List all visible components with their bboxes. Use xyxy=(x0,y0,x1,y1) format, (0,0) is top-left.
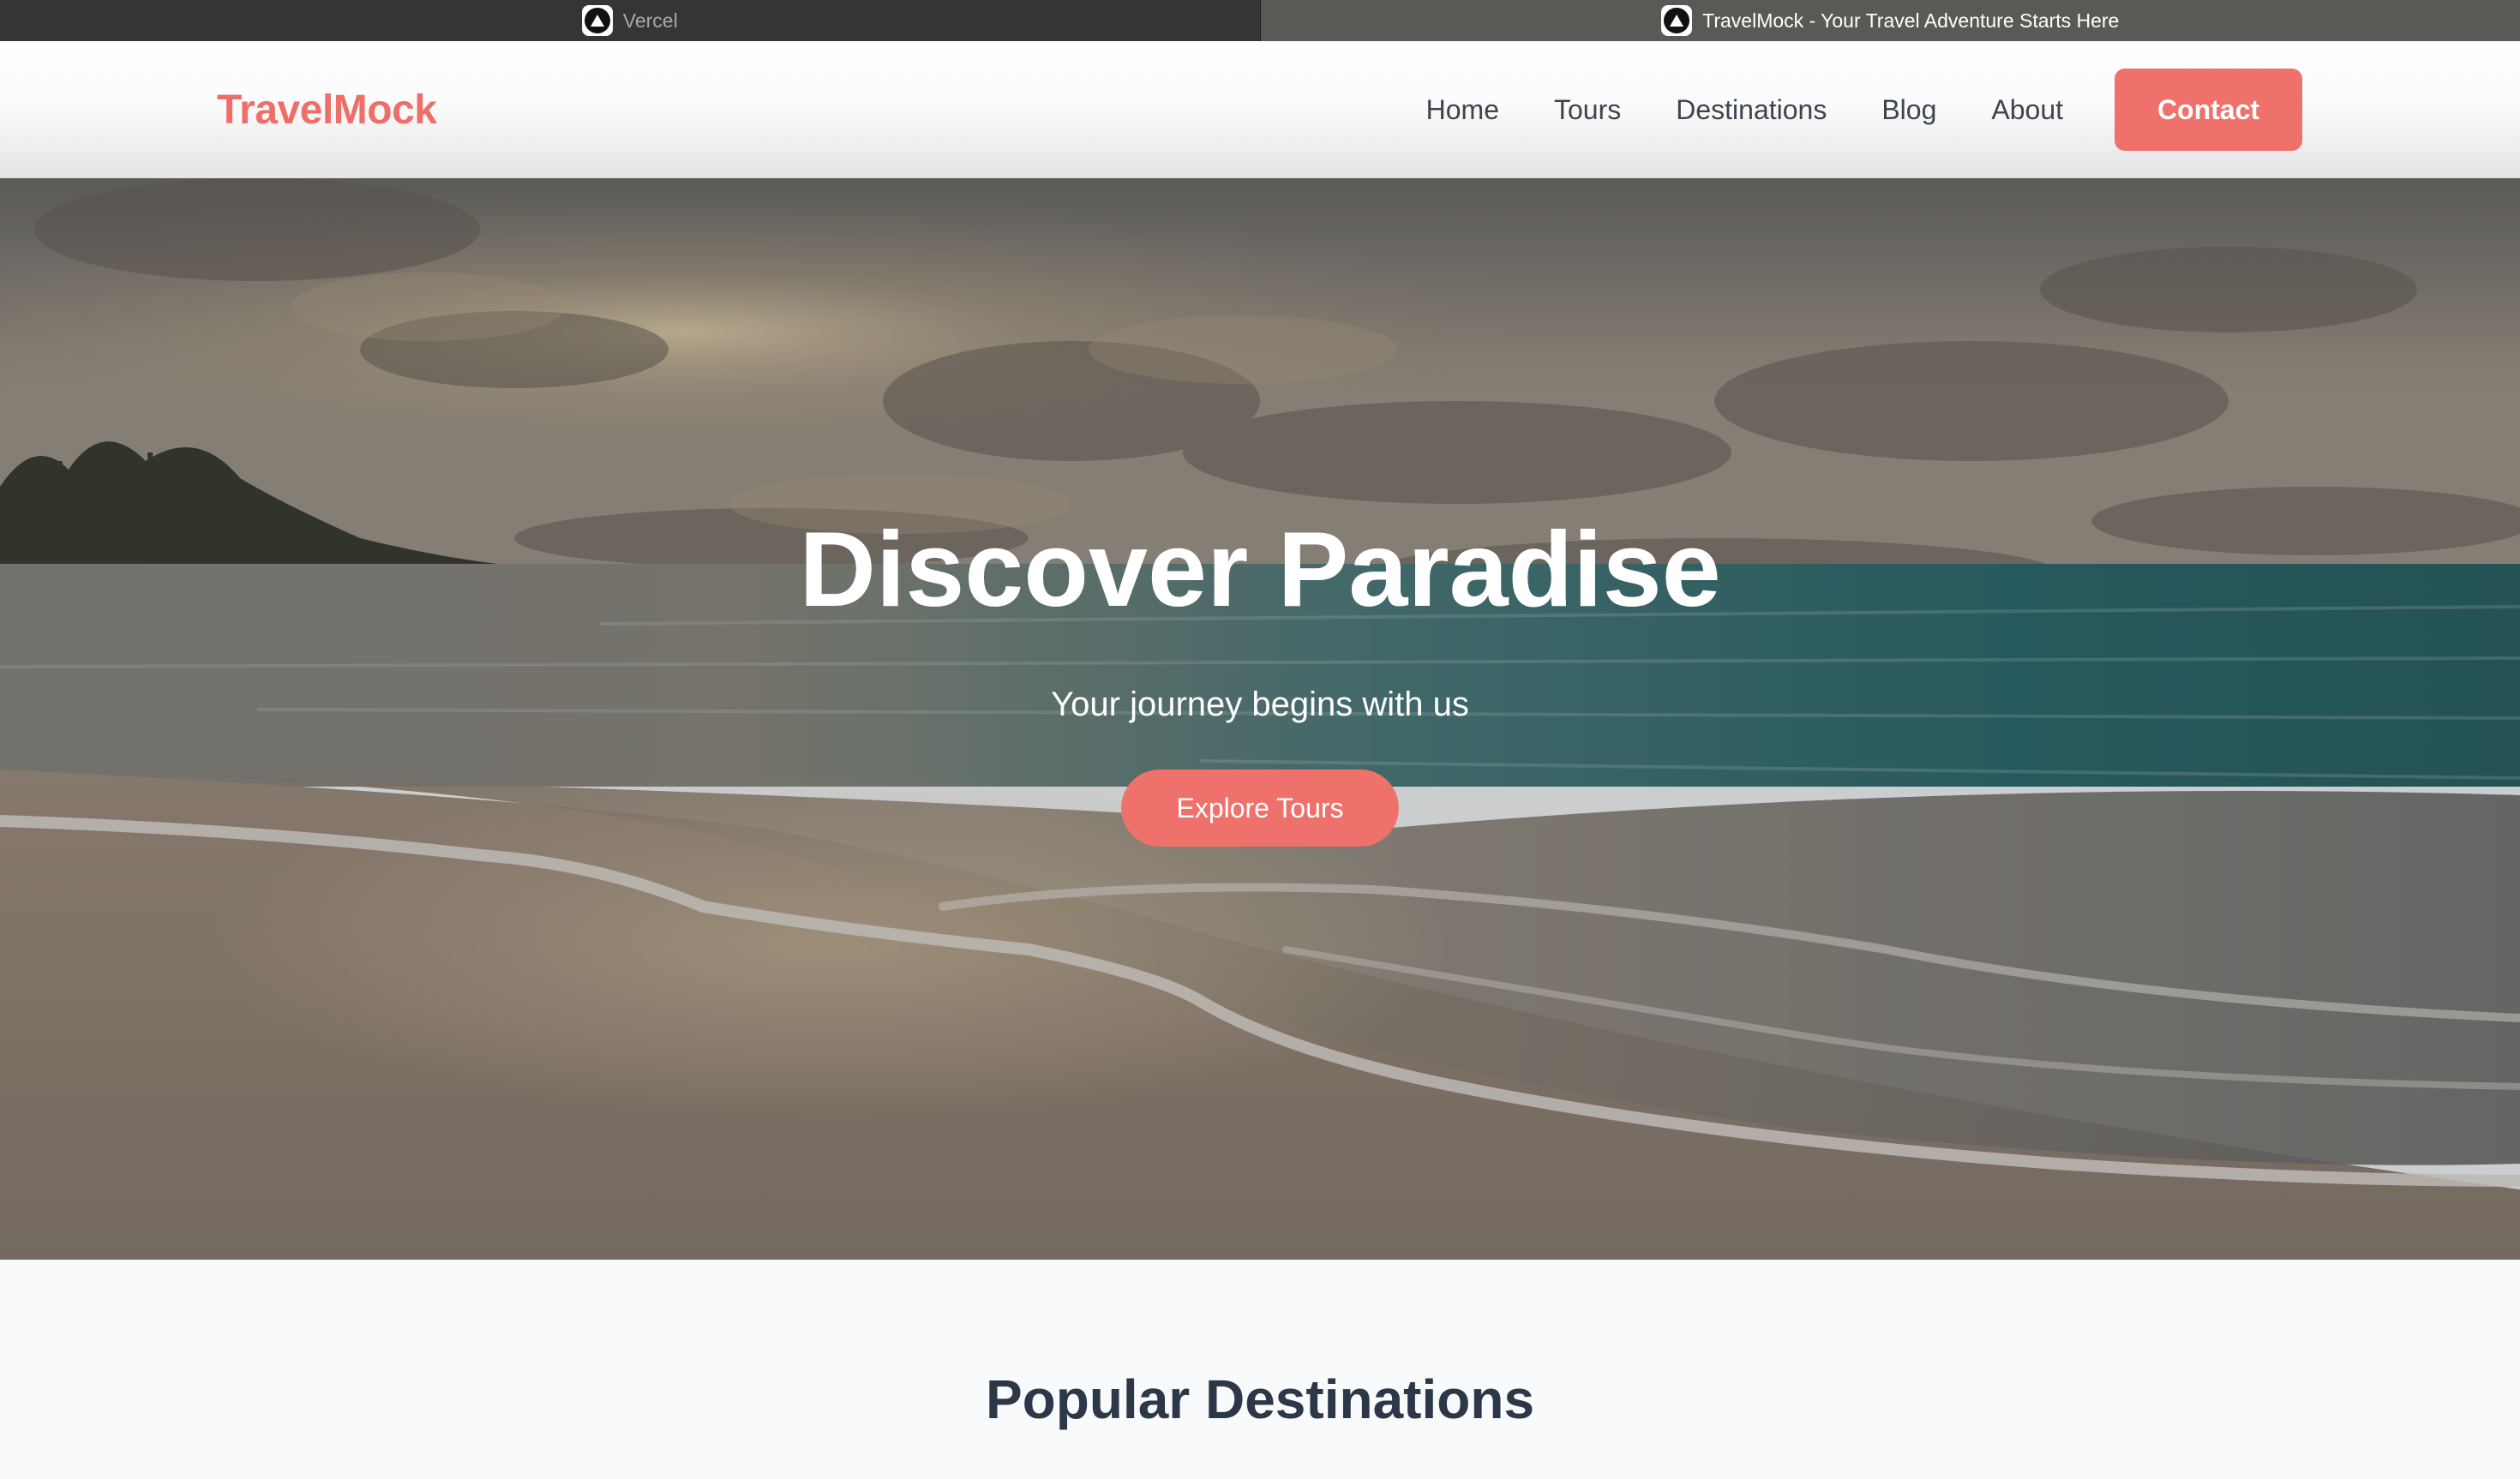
main-nav: Home Tours Destinations Blog About Conta… xyxy=(1426,41,2520,178)
browser-tab-bar: Vercel TravelMock - Your Travel Adventur… xyxy=(0,0,2520,41)
vercel-icon xyxy=(1661,5,1693,36)
popular-destinations-section: Popular Destinations xyxy=(0,1260,2520,1479)
nav-link-about[interactable]: About xyxy=(1991,94,2063,126)
contact-button[interactable]: Contact xyxy=(2115,69,2302,151)
browser-tab-label: TravelMock - Your Travel Adventure Start… xyxy=(1702,9,2120,32)
hero-section: Discover Paradise Your journey begins wi… xyxy=(0,178,2520,1260)
hero-title: Discover Paradise xyxy=(799,511,1721,629)
section-title: Popular Destinations xyxy=(985,1368,1535,1430)
hero-subtitle: Your journey begins with us xyxy=(1051,686,1469,723)
nav-link-blog[interactable]: Blog xyxy=(1881,94,1936,126)
hero-content: Discover Paradise Your journey begins wi… xyxy=(0,178,2520,1260)
explore-tours-button[interactable]: Explore Tours xyxy=(1121,769,1399,847)
site-header: TravelMock Home Tours Destinations Blog … xyxy=(0,41,2520,178)
site-logo[interactable]: TravelMock xyxy=(217,41,437,178)
nav-link-home[interactable]: Home xyxy=(1426,94,1499,126)
vercel-icon xyxy=(581,5,613,36)
nav-link-tours[interactable]: Tours xyxy=(1554,94,1621,126)
nav-link-destinations[interactable]: Destinations xyxy=(1676,94,1827,126)
browser-tab-travelmock[interactable]: TravelMock - Your Travel Adventure Start… xyxy=(1260,0,2520,41)
browser-tab-vercel[interactable]: Vercel xyxy=(0,0,1261,41)
browser-tab-label: Vercel xyxy=(622,9,678,32)
